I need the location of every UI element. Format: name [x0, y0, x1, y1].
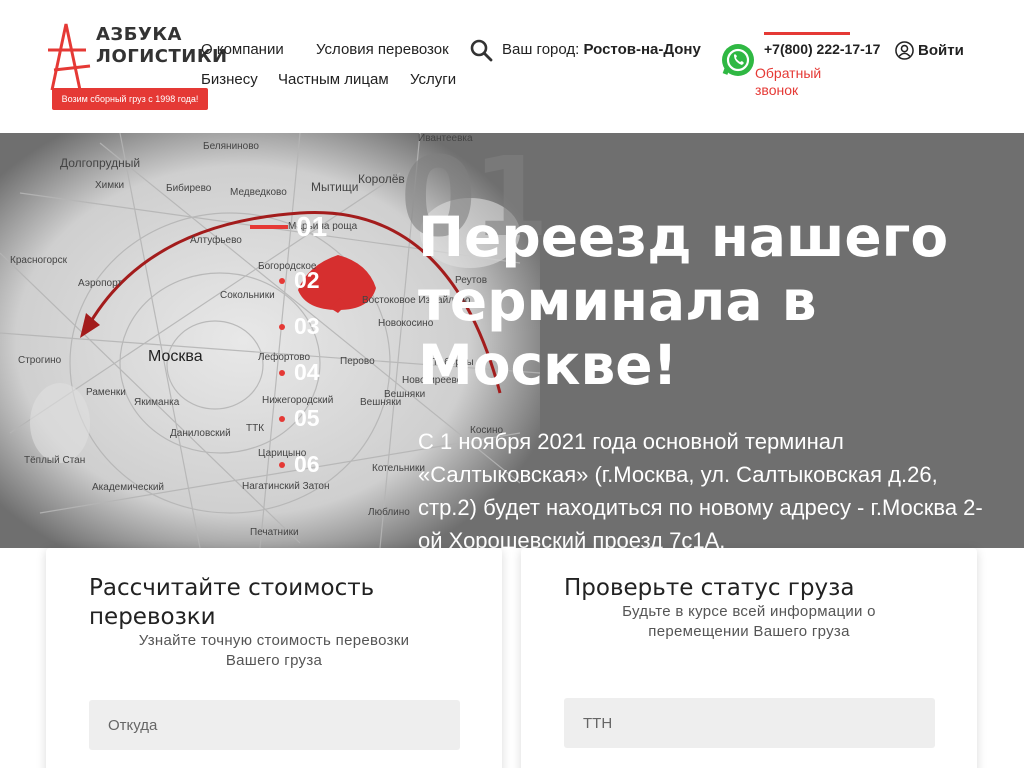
calc-card-title: Рассчитайте стоимость перевозки: [89, 574, 374, 632]
calc-card: Рассчитайте стоимость перевозки Узнайте …: [46, 548, 502, 768]
login-label: Войти: [918, 42, 964, 59]
nav-link-business[interactable]: Бизнесу: [201, 71, 258, 88]
status-card-subtitle: Будьте в курсе всей информации о перемещ…: [521, 602, 977, 642]
from-input[interactable]: [89, 700, 460, 750]
calc-card-title-line2: перевозки: [89, 604, 216, 630]
map-label-belyaninovo: Беляниново: [203, 141, 259, 152]
slide-tab-label: 03: [294, 313, 320, 339]
slide-tab-label: 04: [294, 359, 320, 385]
map-label-akademichesky: Академический: [92, 482, 164, 493]
slide-dot: [279, 369, 285, 376]
hero-text: С 1 ноября 2021 года основной терминал «…: [418, 429, 983, 548]
city-selector[interactable]: Ваш город: Ростов-на-Дону: [502, 41, 701, 58]
calc-card-subtitle-line1: Узнайте точную стоимость перевозки: [138, 632, 410, 649]
map-label-perovo: Перово: [340, 356, 375, 367]
callback-link[interactable]: Обратный звонок: [755, 65, 845, 99]
slide-tab-4[interactable]: 04: [250, 359, 320, 386]
hero-slider: Долгопрудный Москва Мытищи Королёв Ивант…: [0, 133, 1024, 548]
slide-tab-label: 06: [294, 451, 320, 477]
site-header: АЗБУКА ЛОГИСТИКИ Возим сборный груз с 19…: [0, 0, 1024, 133]
map-label-korolev: Королёв: [358, 172, 405, 186]
map-label-medvedkovo: Медведково: [230, 187, 287, 198]
hero-title: Переезд нашего терминала в Москве!: [418, 205, 949, 397]
map-label-pechatniki: Печатники: [250, 527, 299, 538]
logo-badge: Возим сборный груз с 1998 года!: [52, 88, 208, 110]
search-icon[interactable]: [469, 38, 493, 62]
map-label-danilovsky: Даниловский: [170, 428, 231, 439]
status-card-subtitle-line1: Будьте в курсе всей информации о: [622, 603, 876, 620]
slide-tab-3[interactable]: 03: [250, 313, 320, 340]
slide-tab-label: 05: [294, 405, 320, 431]
map-label-altufevo: Алтуфьево: [190, 234, 242, 246]
status-card: Проверьте статус груза Будьте в курсе вс…: [521, 548, 977, 768]
slide-tab-label: 01: [296, 211, 328, 242]
map-label-lyublino: Люблино: [368, 506, 410, 518]
user-icon: [895, 41, 914, 60]
active-dash: [250, 225, 288, 229]
logo-text-line1: АЗБУКА: [96, 24, 182, 45]
slide-dot: [279, 323, 285, 330]
map-label-bibirevo: Бибирево: [166, 182, 212, 194]
city-value[interactable]: Ростов-на-Дону: [583, 41, 700, 58]
calc-card-subtitle: Узнайте точную стоимость перевозки Вашег…: [46, 631, 502, 671]
map-label-mytishchi: Мытищи: [311, 180, 358, 194]
slide-tab-5[interactable]: 05: [250, 405, 320, 432]
slide-tab-1[interactable]: 01: [250, 211, 327, 243]
ttn-input[interactable]: [564, 698, 935, 748]
calc-card-title-line1: Рассчитайте стоимость: [89, 575, 375, 601]
map-label-krasnogorsk: Красногорск: [10, 255, 68, 266]
nav-link-services[interactable]: Услуги: [410, 71, 456, 88]
slide-dot: [279, 415, 285, 422]
logo-icon: [48, 23, 91, 91]
map-label-khimki: Химки: [95, 180, 124, 191]
status-card-title: Проверьте статус груза: [564, 575, 855, 601]
city-label: Ваш город:: [502, 41, 580, 58]
map-label-dolgoprudny: Долгопрудный: [60, 156, 140, 170]
whatsapp-icon[interactable]: [720, 42, 756, 78]
nav-link-private[interactable]: Частным лицам: [278, 71, 389, 88]
map-label-strogino: Строгино: [18, 355, 62, 366]
map-label-moscow: Москва: [148, 348, 203, 365]
callback-line1: Обратный: [755, 65, 822, 81]
phone-number[interactable]: +7(800) 222-17-17: [764, 41, 880, 57]
callback-line2: звонок: [755, 82, 799, 98]
nav-link-terms[interactable]: Условия перевозок: [316, 41, 449, 58]
map-label-airport: Аэропорт: [78, 278, 122, 289]
login-button[interactable]: Войти: [895, 41, 964, 60]
calc-card-subtitle-line2: Вашего груза: [225, 652, 323, 669]
slide-tab-6[interactable]: 06: [250, 451, 320, 478]
phone-accent-bar: [764, 32, 850, 35]
nav-link-about[interactable]: О компании: [201, 41, 284, 58]
map-label-teply-stan: Тёплый Стан: [24, 455, 85, 466]
map-label-nagatinsky-zaton: Нагатинский Затон: [242, 481, 330, 492]
slide-dot: [279, 277, 285, 284]
slide-dot: [279, 461, 285, 468]
slide-tab-2[interactable]: 02: [250, 267, 320, 294]
status-card-subtitle-line2: перемещении Вашего груза: [648, 623, 850, 640]
map-label-ramenki: Раменки: [86, 387, 126, 398]
logo[interactable]: АЗБУКА ЛОГИСТИКИ: [48, 18, 227, 98]
map-label-yakimanka: Якиманка: [134, 397, 180, 408]
slide-tab-label: 02: [294, 267, 320, 293]
